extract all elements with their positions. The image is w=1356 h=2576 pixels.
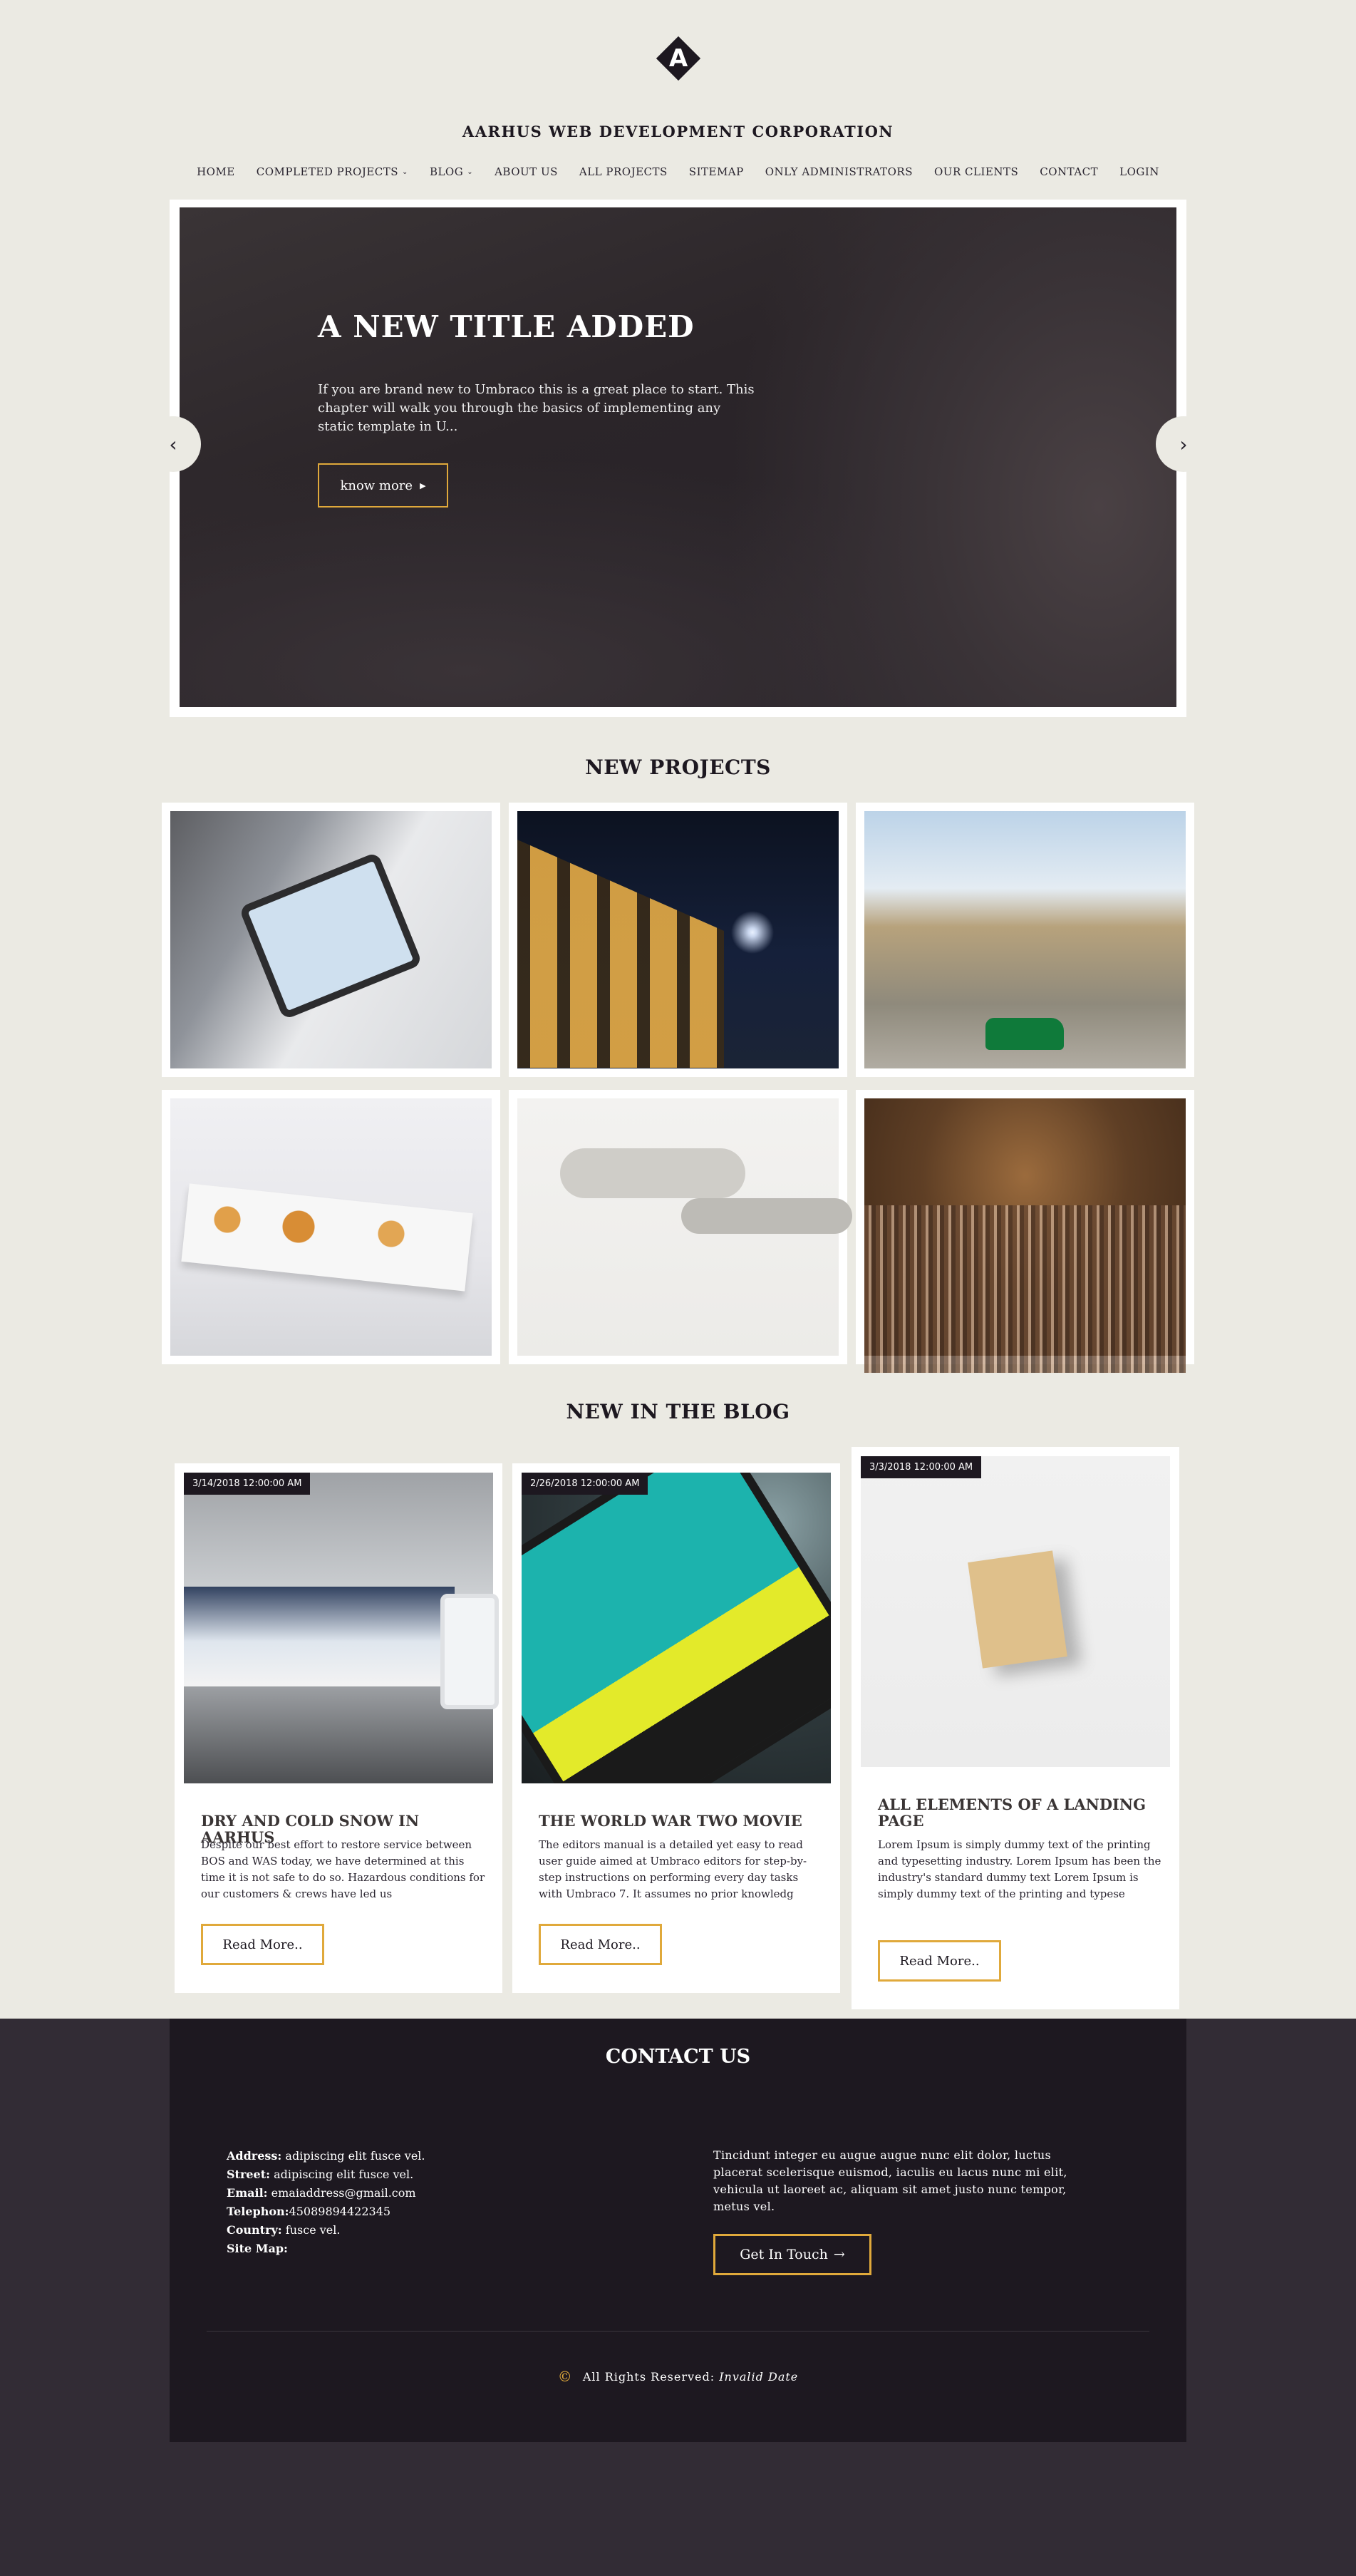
read-more-button[interactable]: Read More.. <box>539 1924 662 1965</box>
get-in-touch-button[interactable]: Get In Touch → <box>713 2234 871 2275</box>
copyright: © All Rights Reserved: Invalid Date <box>170 2368 1186 2385</box>
nav-label: BLOG <box>429 165 464 178</box>
address-line: Address: adipiscing elit fusce vel. <box>227 2147 425 2165</box>
nav-label: ONLY ADMINISTRATORS <box>765 165 913 178</box>
blog-photo[interactable] <box>522 1473 831 1783</box>
footer-divider <box>207 2331 1149 2332</box>
blog-photo[interactable] <box>184 1473 499 1783</box>
copyright-icon: © <box>557 2368 573 2385</box>
project-card[interactable] <box>162 1090 500 1364</box>
nav-item-about-us[interactable]: ABOUT US <box>495 165 558 178</box>
nav-label: OUR CLIENTS <box>934 165 1019 178</box>
contact-title: CONTACT US <box>605 2046 751 2068</box>
nav-item-completed-projects[interactable]: COMPLETED PROJECTS ⌄ <box>257 165 408 178</box>
nav-item-all-projects[interactable]: ALL PROJECTS <box>579 165 668 178</box>
chevron-down-icon: ⌄ <box>402 168 408 176</box>
project-card[interactable] <box>509 803 847 1077</box>
nav-label: ABOUT US <box>495 165 558 178</box>
hero-text: If you are brand new to Umbraco this is … <box>318 382 755 434</box>
nav-item-our-clients[interactable]: OUR CLIENTS <box>934 165 1018 178</box>
telephone-value[interactable]: 45089894422345 <box>289 2205 391 2218</box>
nav-item-contact[interactable]: CONTACT <box>1040 165 1098 178</box>
arrow-right-icon: → <box>833 2247 845 2262</box>
address-value: adipiscing elit fusce vel. <box>285 2149 425 2163</box>
street-value: adipiscing elit fusce vel. <box>274 2168 414 2181</box>
nav-label: LOGIN <box>1119 165 1159 178</box>
country-label: Country: <box>227 2223 282 2237</box>
nav-item-only-administrators[interactable]: ONLY ADMINISTRATORS <box>765 165 913 178</box>
project-image[interactable] <box>517 811 839 1068</box>
sitemap-line[interactable]: Site Map: <box>227 2240 425 2258</box>
blog-card[interactable]: 3/14/2018 12:00:00 AM DRY AND COLD SNOW … <box>175 1463 502 1993</box>
project-card[interactable] <box>162 803 500 1077</box>
nav-item-blog[interactable]: BLOG ⌄ <box>430 165 473 178</box>
read-more-button[interactable]: Read More.. <box>878 1940 1001 1982</box>
blog-date: 3/3/2018 12:00:00 AM <box>861 1456 982 1478</box>
project-image[interactable] <box>170 1098 492 1356</box>
blog-title: NEW IN THE BLOG <box>566 1400 790 1423</box>
blog-card[interactable]: 3/3/2018 12:00:00 AM ALL ELEMENTS OF A L… <box>852 1447 1179 2009</box>
project-card[interactable] <box>856 1090 1194 1373</box>
nav-item-sitemap[interactable]: SITEMAP <box>689 165 744 178</box>
nav-label: SITEMAP <box>688 165 744 178</box>
copyright-date: Invalid Date <box>719 2370 799 2384</box>
email-line: Email: emaiaddress@gmail.com <box>227 2184 425 2203</box>
nav-item-login[interactable]: LOGIN <box>1119 165 1159 178</box>
blog-excerpt: The editors manual is a detailed yet eas… <box>539 1838 807 1900</box>
chevron-down-icon: ⌄ <box>467 168 474 176</box>
know-more-button[interactable]: know more ▶ <box>318 463 448 508</box>
telephone-label: Telephon: <box>227 2205 289 2218</box>
street-line: Street: adipiscing elit fusce vel. <box>227 2165 425 2184</box>
contact-footer: CONTACT US Address: adipiscing elit fusc… <box>170 2019 1186 2442</box>
street-label: Street: <box>227 2168 271 2181</box>
blog-photo[interactable] <box>861 1456 1170 1767</box>
project-image[interactable] <box>864 1098 1186 1373</box>
telephone-line: Telephon:45089894422345 <box>227 2203 425 2221</box>
country-line: Country: fusce vel. <box>227 2221 425 2240</box>
blog-post-title[interactable]: ALL ELEMENTS OF A LANDING PAGE <box>878 1796 1163 1829</box>
blog-excerpt: Lorem Ipsum is simply dummy text of the … <box>878 1838 1161 1900</box>
address-label: Address: <box>227 2149 282 2163</box>
hero-slide-image <box>180 207 1176 707</box>
email-value[interactable]: emaiaddress@gmail.com <box>271 2186 416 2200</box>
country-value: fusce vel. <box>285 2223 341 2237</box>
nav-item-home[interactable]: HOME <box>197 165 235 178</box>
project-card[interactable] <box>856 803 1194 1077</box>
logo-glyph[interactable]: A <box>663 38 694 78</box>
contact-info: Address: adipiscing elit fusce vel. Stre… <box>227 2147 425 2258</box>
copyright-text: All Rights Reserved: <box>582 2370 715 2384</box>
blog-card[interactable]: 2/26/2018 12:00:00 AM THE WORLD WAR TWO … <box>512 1463 840 1993</box>
get-in-touch-label: Get In Touch <box>740 2247 828 2262</box>
site-title[interactable]: AARHUS WEB DEVELOPMENT CORPORATION <box>0 123 1356 140</box>
nav-label: COMPLETED PROJECTS <box>256 165 399 178</box>
blog-post-title[interactable]: THE WORLD WAR TWO MOVIE <box>539 1813 824 1829</box>
hero-title: A NEW TITLE ADDED <box>318 309 695 344</box>
blog-date: 3/14/2018 12:00:00 AM <box>184 1473 311 1495</box>
sitemap-label[interactable]: Site Map: <box>227 2242 288 2255</box>
know-more-label: know more <box>340 478 413 493</box>
contact-text: Tincidunt integer eu augue augue nunc el… <box>713 2148 1067 2213</box>
email-label: Email: <box>227 2186 268 2200</box>
nav-label: HOME <box>197 165 235 178</box>
main-nav: HOME COMPLETED PROJECTS ⌄ BLOG ⌄ ABOUT US … <box>0 165 1356 178</box>
blog-date: 2/26/2018 12:00:00 AM <box>522 1473 648 1495</box>
read-more-button[interactable]: Read More.. <box>201 1924 324 1965</box>
project-image[interactable] <box>170 811 492 1068</box>
blog-excerpt: Despite our best effort to restore servi… <box>201 1838 485 1900</box>
projects-title: NEW PROJECTS <box>585 756 771 779</box>
project-image[interactable] <box>517 1098 839 1356</box>
chevron-left-icon[interactable]: ‹ <box>145 416 201 472</box>
chevron-right-icon[interactable]: › <box>1156 416 1211 472</box>
nav-label: ALL PROJECTS <box>579 165 668 178</box>
nav-label: CONTACT <box>1040 165 1099 178</box>
caret-right-icon: ▶ <box>420 480 426 490</box>
project-card[interactable] <box>509 1090 847 1364</box>
project-image[interactable] <box>864 811 1186 1068</box>
